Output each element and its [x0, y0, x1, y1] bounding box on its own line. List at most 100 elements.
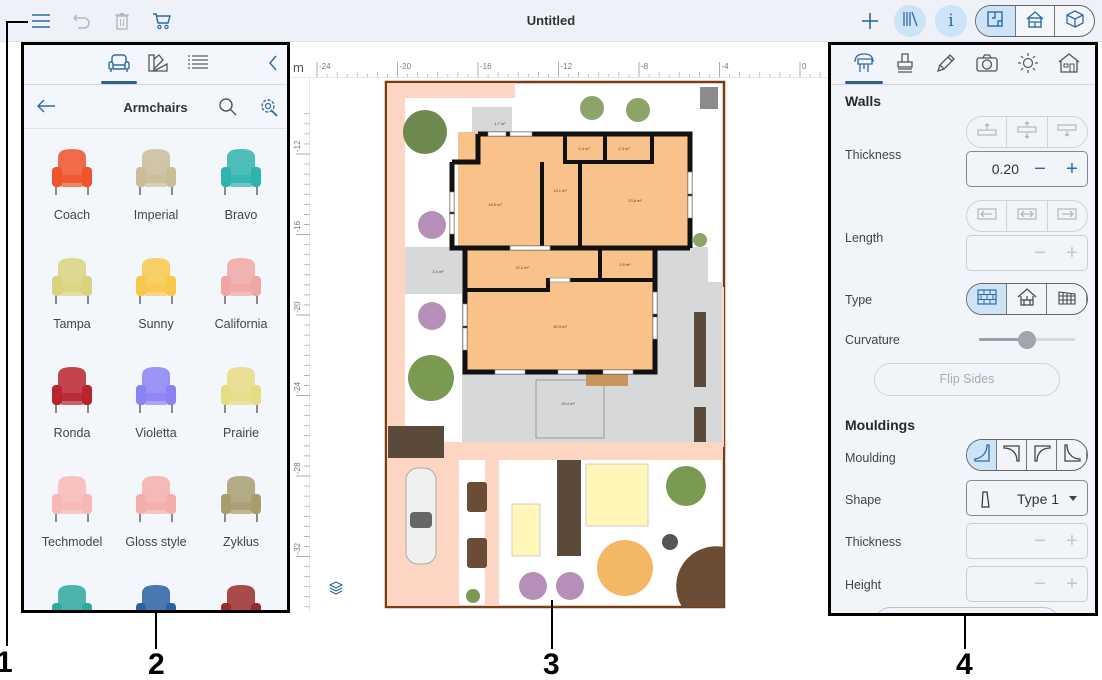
wall-alignment-selector [966, 116, 1088, 148]
catalog-item[interactable] [198, 571, 284, 610]
flip-sides-button[interactable]: Flip Sides [874, 363, 1060, 396]
callout-2-number: 2 [148, 648, 165, 680]
increase-moulding-thickness-button[interactable]: + [1061, 530, 1083, 552]
armchair-thumbnail [213, 579, 269, 610]
catalog-item[interactable] [113, 571, 199, 610]
floor-plan-canvas[interactable]: m -24 -20 -16 -12 -8 -4 0 -12 -16 -20 -24 -28 -32 2… [290, 42, 828, 613]
wall-type-roof-button[interactable] [1007, 284, 1047, 314]
align-bottom-button[interactable] [1048, 117, 1087, 147]
align-center-button[interactable] [1007, 117, 1048, 147]
align-top-button[interactable] [967, 117, 1008, 147]
library-button[interactable] [894, 5, 926, 37]
info-button[interactable]: i [935, 5, 967, 37]
tab-furniture[interactable] [106, 53, 132, 77]
layers-button[interactable] [328, 580, 344, 601]
catalog-item[interactable]: Bravo [198, 135, 284, 244]
catalog-item[interactable]: California [198, 244, 284, 353]
tab-materials[interactable] [145, 53, 171, 77]
mouldings-section-title: Mouldings [845, 417, 915, 433]
armchair-thumbnail [128, 579, 184, 610]
paint-roller-icon [895, 52, 915, 79]
moulding-top-left-button[interactable] [1027, 440, 1057, 470]
view-3d-house-button[interactable] [1016, 6, 1056, 36]
swatches-icon [147, 53, 169, 78]
catalog-item[interactable]: Imperial [113, 135, 199, 244]
armchair-thumbnail [44, 579, 100, 610]
decrease-length-button[interactable]: − [1029, 242, 1051, 264]
wall-type-fence-button[interactable] [1047, 284, 1087, 314]
catalog-item[interactable]: Gloss style [113, 462, 199, 571]
align-bottom-icon [1056, 123, 1078, 142]
decrease-moulding-thickness-button[interactable]: − [1029, 530, 1051, 552]
decrease-moulding-height-button[interactable]: − [1029, 573, 1051, 595]
site-plan[interactable]: 20.4 m² 18.0 m² 13.1 m² 23.6 m² 2.4 m² 2… [290, 42, 828, 613]
tab-house[interactable] [1056, 52, 1082, 77]
curvature-slider-handle[interactable] [1018, 331, 1036, 349]
catalog-item[interactable]: Prairie [198, 353, 284, 462]
flower-bush [556, 572, 584, 600]
moulding-skirting-icon [1062, 443, 1082, 468]
catalog-item[interactable] [29, 571, 115, 610]
sun-icon [1017, 52, 1039, 79]
shrub [408, 355, 454, 401]
room-area-label: 2.4 m² [578, 146, 590, 151]
partially-visible-button[interactable] [874, 607, 1060, 613]
moulding-height-stepper: − + [966, 566, 1088, 602]
catalog-item-label: Ronda [53, 426, 91, 440]
tab-camera[interactable] [974, 53, 1000, 77]
grill [662, 534, 678, 550]
armchair-icon [108, 53, 130, 78]
shrub [626, 98, 650, 122]
arrow-left-bar-icon [976, 207, 998, 225]
increase-moulding-height-button[interactable]: + [1061, 573, 1083, 595]
thickness-label: Thickness [845, 148, 902, 162]
increase-length-button[interactable]: + [1061, 242, 1083, 264]
catalog-item[interactable]: Violetta [113, 353, 199, 462]
walls-section-title: Walls [845, 93, 882, 109]
extend-left-button[interactable] [967, 201, 1008, 231]
collapse-panel-button[interactable] [260, 53, 286, 77]
wall-type-brick-button[interactable] [967, 284, 1007, 314]
path [485, 460, 499, 606]
catalog-item[interactable]: Coach [29, 135, 115, 244]
decrease-thickness-button[interactable]: − [1029, 158, 1051, 180]
moulding-base-left-button[interactable] [1057, 440, 1087, 470]
room-area-label: 13.1 m² [553, 188, 567, 193]
view-3d-iso-button[interactable] [1055, 6, 1094, 36]
view-2d-plan-button[interactable] [976, 6, 1016, 36]
shrub [580, 96, 604, 120]
garden-bed [694, 407, 706, 442]
extend-both-button[interactable] [1007, 201, 1048, 231]
curvature-slider[interactable] [979, 331, 1075, 349]
tab-draw[interactable] [933, 53, 959, 77]
car-windshield [410, 512, 432, 528]
moulding-profile-icon [979, 490, 991, 513]
moulding-shape-dropdown[interactable]: Type 1 [966, 480, 1088, 516]
add-button[interactable] [857, 8, 883, 34]
catalog-item[interactable]: Tampa [29, 244, 115, 353]
tab-paint[interactable] [892, 52, 918, 79]
moulding-bottom-button[interactable] [967, 440, 997, 470]
callout-4-line [964, 616, 966, 649]
tab-list[interactable] [185, 53, 211, 77]
increase-thickness-button[interactable]: + [1061, 158, 1083, 180]
flower-bush [418, 211, 446, 239]
settings-button[interactable] [258, 96, 280, 123]
room-area-label: 20.4 m² [561, 401, 575, 406]
search-button[interactable] [218, 97, 238, 122]
catalog-item[interactable]: Sunny [113, 244, 199, 353]
lower-block [465, 250, 655, 370]
length-mode-selector [966, 200, 1088, 232]
extend-right-button[interactable] [1048, 201, 1087, 231]
tab-lighting[interactable] [1015, 52, 1041, 79]
tab-walls[interactable] [851, 52, 877, 77]
type-label: Type [845, 293, 873, 307]
moulding-top-right-button[interactable] [997, 440, 1027, 470]
garden-bed [694, 312, 706, 387]
catalog-item[interactable]: Zyklus [198, 462, 284, 571]
catalog-item[interactable]: Ronda [29, 353, 115, 462]
wall-thickness-value[interactable]: 0.20 [967, 161, 1023, 177]
catalog-item[interactable]: Techmodel [29, 462, 115, 571]
planter [467, 538, 487, 568]
cube-house-icon [1065, 9, 1085, 33]
